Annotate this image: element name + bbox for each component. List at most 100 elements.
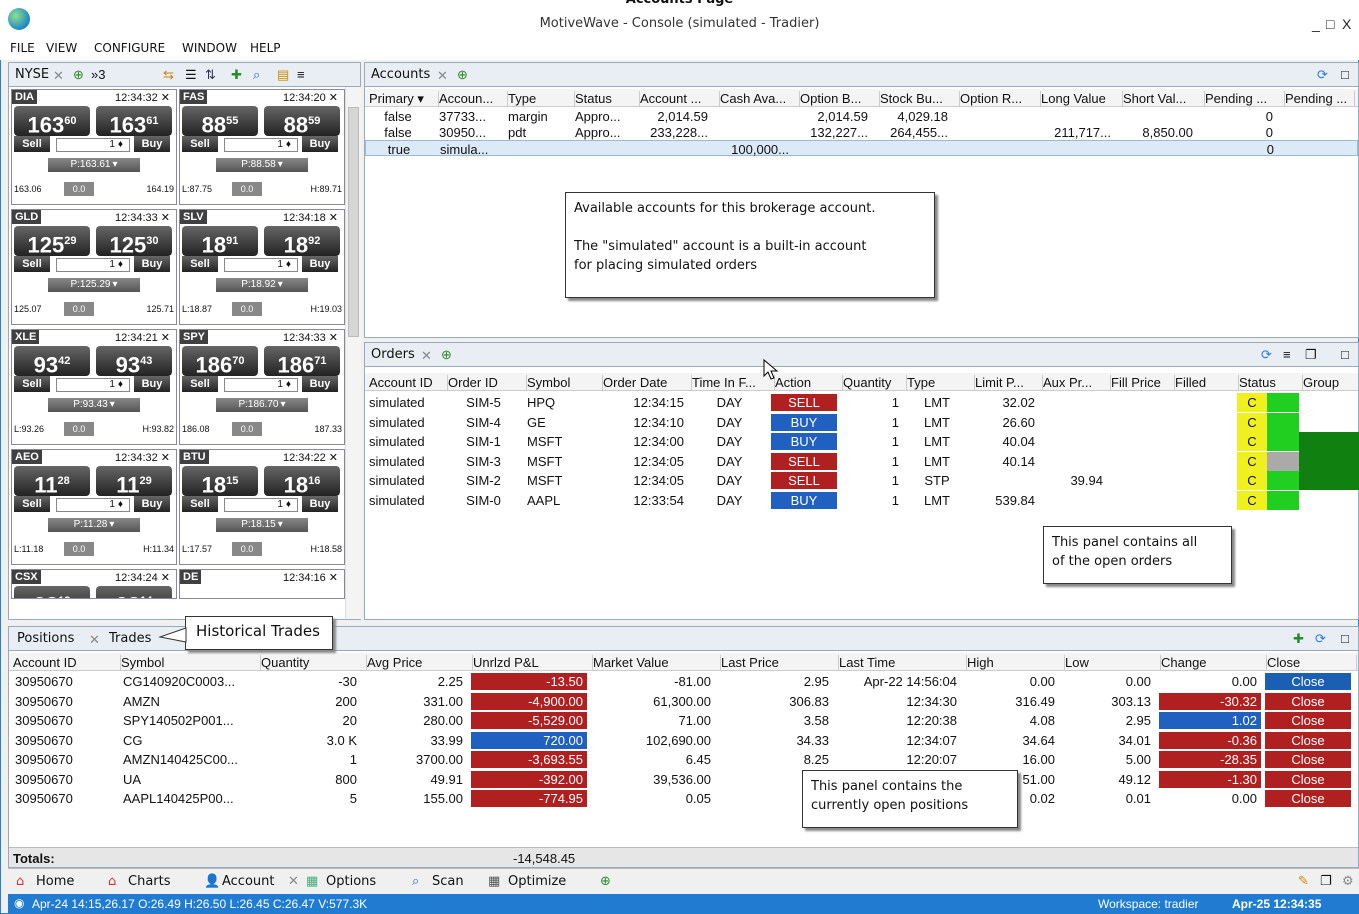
quantity-input[interactable]: 1 ♦ xyxy=(224,258,298,272)
quantity-spinner-icon[interactable]: ♦ xyxy=(118,379,123,390)
column-header[interactable]: Symbol xyxy=(121,655,261,670)
ask-price-box[interactable]: 1816 xyxy=(264,466,340,497)
column-header[interactable]: Quantity xyxy=(261,655,367,670)
column-header[interactable]: Type xyxy=(907,375,975,390)
column-header[interactable]: Last Time xyxy=(839,655,967,670)
ask-price-box[interactable]: 2814 xyxy=(96,586,172,598)
maximize-panel-icon[interactable]: □ xyxy=(1341,68,1349,82)
quantity-input[interactable]: 1 ♦ xyxy=(224,498,298,512)
column-header[interactable]: Account ... xyxy=(640,91,720,106)
menu-window[interactable]: WINDOW xyxy=(182,41,237,55)
table-row[interactable]: 30950670 CG140920C0003... -30 2.25 -13.50 -81… xyxy=(9,672,1358,691)
scrollbar-thumb[interactable] xyxy=(348,107,359,337)
column-header[interactable]: Group xyxy=(1303,375,1359,390)
quantity-spinner-icon[interactable]: ♦ xyxy=(118,259,123,270)
new-tab-icon[interactable]: ⊕ xyxy=(457,68,468,82)
close-position-button[interactable]: Close xyxy=(1265,790,1351,807)
quantity-input[interactable]: 1 ♦ xyxy=(224,378,298,392)
dropdown-icon[interactable]: ▾ xyxy=(278,279,283,290)
sell-button[interactable]: Sell xyxy=(182,136,218,152)
column-header[interactable]: Quantity xyxy=(843,375,907,390)
table-row[interactable]: simulated SIM-0 AAPL 12:33:54 DAY BUY 1 LMT 539.… xyxy=(365,490,1358,510)
sell-button[interactable]: Sell xyxy=(14,376,50,392)
dropdown-icon[interactable]: ▾ xyxy=(278,159,283,170)
table-row[interactable]: false 30950... pdt Appro... 233,228... 132,22… xyxy=(365,124,1358,140)
add-icon[interactable]: ✚ xyxy=(1293,632,1304,646)
bid-price-box[interactable]: 1815 xyxy=(182,466,258,497)
column-header[interactable]: Status xyxy=(1239,375,1303,390)
column-header[interactable]: Option R... xyxy=(960,91,1041,106)
refresh-icon[interactable]: ⟳ xyxy=(1261,348,1272,362)
column-header[interactable]: Avg Price xyxy=(367,655,473,670)
column-header[interactable]: Action xyxy=(775,375,843,390)
column-header[interactable]: Account ID xyxy=(13,655,121,670)
column-header[interactable]: Limit P... xyxy=(975,375,1043,390)
close-position-button[interactable]: Close xyxy=(1265,712,1351,729)
copy-icon[interactable]: ❐ xyxy=(1305,348,1317,362)
column-header[interactable]: Unrlzd P&L xyxy=(473,655,593,670)
buy-button[interactable]: Buy xyxy=(302,376,338,392)
column-header[interactable]: Primary ▾ xyxy=(369,91,439,107)
close-tab-icon[interactable]: ✕ xyxy=(421,349,432,363)
column-header[interactable]: Option B... xyxy=(800,91,880,106)
taskbar-scan[interactable]: Scan xyxy=(432,874,464,889)
dropdown-icon[interactable]: ▾ xyxy=(281,399,286,410)
table-row[interactable]: simulated SIM-4 GE 12:34:10 DAY BUY 1 LMT 26.60 C xyxy=(365,412,1358,432)
close-tab-icon[interactable]: ✕ xyxy=(437,69,448,83)
menu-file[interactable]: FILE xyxy=(10,41,35,55)
close-position-button[interactable]: Close xyxy=(1265,770,1351,788)
close-window-button[interactable]: X xyxy=(1342,16,1351,32)
close-position-button[interactable]: Close xyxy=(1265,751,1351,768)
close-tile-icon[interactable]: ✕ xyxy=(329,92,338,104)
close-tab-icon[interactable]: ✕ xyxy=(53,69,64,83)
close-tab-icon[interactable]: ✕ xyxy=(89,633,100,647)
tab-accounts[interactable]: Accounts xyxy=(371,67,430,82)
column-header[interactable]: Long Value xyxy=(1041,91,1123,106)
close-tile-icon[interactable]: ✕ xyxy=(161,332,170,344)
dropdown-icon[interactable]: ▾ xyxy=(110,399,115,410)
workspace-label[interactable]: Workspace: tradier xyxy=(1098,897,1198,911)
close-tile-icon[interactable]: ✕ xyxy=(329,332,338,344)
ask-price-box[interactable]: 1892 xyxy=(264,226,340,257)
column-header[interactable]: Low xyxy=(1065,655,1161,670)
taskbar-home[interactable]: Home xyxy=(36,874,74,889)
quantity-spinner-icon[interactable]: ♦ xyxy=(286,379,291,390)
close-position-button[interactable]: Close xyxy=(1265,692,1351,710)
menu-help[interactable]: HELP xyxy=(250,41,281,55)
buy-button[interactable]: Buy xyxy=(134,376,170,392)
table-row[interactable]: 30950670 AAPL140425P00... 5 155.00 -774.95 0.… xyxy=(9,789,1358,808)
new-tab-icon[interactable]: ⊕ xyxy=(441,348,452,362)
close-tile-icon[interactable]: ✕ xyxy=(161,92,170,104)
sort-icon[interactable]: ⇅ xyxy=(205,68,216,82)
ask-price-box[interactable]: 1129 xyxy=(96,466,172,497)
buy-button[interactable]: Buy xyxy=(134,136,170,152)
list-view-icon[interactable]: ☰ xyxy=(185,68,197,82)
table-row[interactable]: simulated SIM-2 MSFT 12:34:05 DAY SELL 1 STP 39.… xyxy=(365,471,1358,490)
taskbar-options[interactable]: Options xyxy=(326,874,376,889)
table-row[interactable]: 30950670 SPY140502P001... 20 280.00 -5,529.0… xyxy=(9,711,1358,730)
ask-price-box[interactable]: 12530 xyxy=(96,226,172,257)
close-tile-icon[interactable]: ✕ xyxy=(161,212,170,224)
close-tile-icon[interactable]: ✕ xyxy=(161,452,170,464)
close-tile-icon[interactable]: ✕ xyxy=(329,452,338,464)
tab-nyse[interactable]: NYSE xyxy=(15,67,49,82)
column-header[interactable]: Fill Price xyxy=(1111,375,1175,390)
quantity-input[interactable]: 1 ♦ xyxy=(56,138,130,152)
table-row[interactable]: simulated SIM-5 HPQ 12:34:15 DAY SELL 1 LMT 32.0… xyxy=(365,393,1358,412)
column-header[interactable]: Cash Ava... xyxy=(720,91,800,106)
ask-price-box[interactable]: 9343 xyxy=(96,346,172,377)
buy-button[interactable]: Buy xyxy=(302,136,338,152)
settings-icon[interactable]: ⚙ xyxy=(1342,874,1354,889)
ask-price-box[interactable]: 16361 xyxy=(96,106,172,137)
bid-price-box[interactable]: 8855 xyxy=(182,106,258,137)
tab-positions[interactable]: Positions xyxy=(17,631,74,646)
taskbar-optimize[interactable]: Optimize xyxy=(508,874,566,889)
table-row[interactable]: simulated SIM-3 MSFT 12:34:05 DAY SELL 1 LMT 40.… xyxy=(365,451,1358,471)
tab-orders[interactable]: Orders xyxy=(371,347,415,362)
sell-button[interactable]: Sell xyxy=(14,136,50,152)
bid-price-box[interactable]: 1891 xyxy=(182,226,258,257)
quote-scrollbar[interactable] xyxy=(345,87,361,619)
link-icon[interactable]: ⇆ xyxy=(163,68,174,82)
quantity-input[interactable]: 1 ♦ xyxy=(224,138,298,152)
quantity-spinner-icon[interactable]: ♦ xyxy=(286,259,291,270)
